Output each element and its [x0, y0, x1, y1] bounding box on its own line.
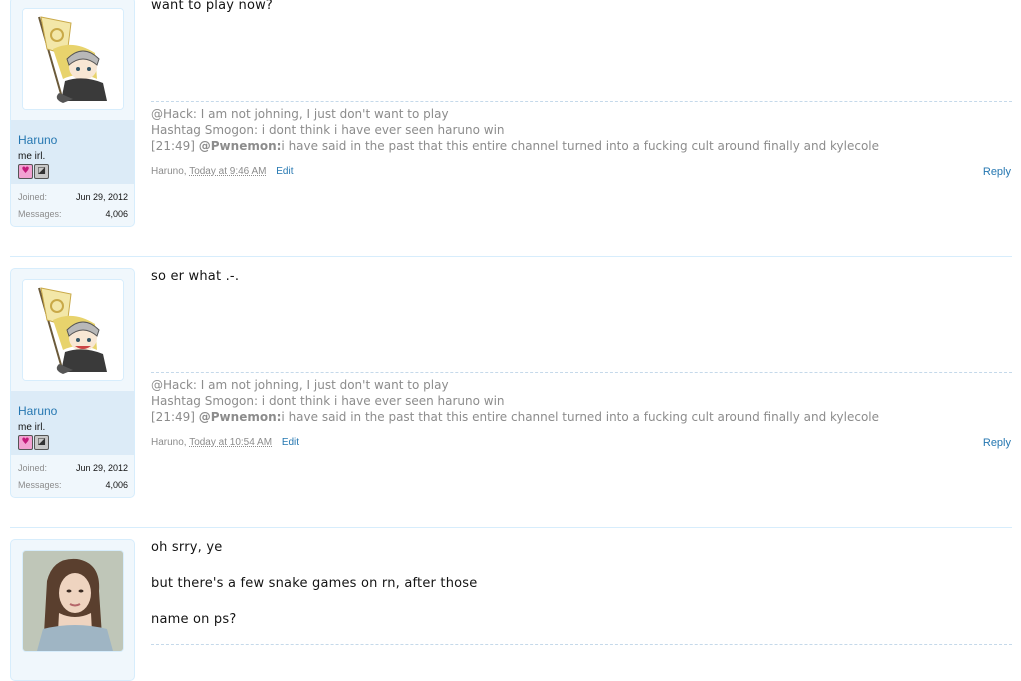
signature-mention: @Pwnemon: — [198, 139, 282, 153]
signature-timestamp: [21:49] — [151, 139, 199, 153]
message-line: but there's a few snake games on rn, aft… — [151, 576, 478, 591]
joined-label: Joined: — [18, 192, 48, 202]
post-separator — [10, 527, 1012, 528]
signature-line: [21:49] @Pwnemon:i have said in the past… — [151, 138, 879, 154]
reply-button[interactable]: Reply — [983, 166, 1011, 178]
avatar-image — [23, 9, 123, 109]
user-stats: Joined: Jun 29, 2012 Messages: 4,006 — [11, 186, 134, 226]
signature-line: Hashtag Smogon: i dont think i have ever… — [151, 394, 505, 408]
message-line: oh srry, ye — [151, 540, 223, 555]
message-text: want to play now? — [151, 0, 274, 13]
avatar[interactable] — [22, 279, 124, 381]
user-stats: Joined: Jun 29, 2012 Messages: 4,006 — [11, 457, 134, 497]
messages-value: 4,006 — [105, 209, 128, 219]
heart-badge-icon: ♥ — [18, 435, 33, 450]
user-title: me irl. — [18, 422, 46, 433]
user-details: Haruno me irl. ♥ ◪ — [11, 120, 134, 184]
joined-row: Joined: Jun 29, 2012 — [18, 192, 128, 206]
user-badges: ♥ ◪ — [18, 164, 50, 179]
avatar-image — [23, 280, 123, 380]
messages-row: Messages: 4,006 — [18, 209, 128, 223]
signature-line: @Hack: I am not johning, I just don't wa… — [151, 378, 449, 392]
signature-divider — [151, 372, 1012, 373]
message-text: so er what .-. — [151, 269, 240, 284]
user-title: me irl. — [18, 151, 46, 162]
avatar[interactable] — [22, 550, 124, 652]
heart-badge-icon: ♥ — [18, 164, 33, 179]
signature-timestamp: [21:49] — [151, 410, 199, 424]
pokemon-badge-icon: ◪ — [34, 435, 49, 450]
joined-value: Jun 29, 2012 — [75, 192, 128, 202]
message-user-info: Haruno me irl. ♥ ◪ Joined: Jun 29, 2012 M… — [10, 268, 135, 498]
messages-label: Messages: — [18, 480, 62, 490]
pokemon-badge-icon: ◪ — [34, 164, 49, 179]
signature-divider — [151, 644, 1012, 645]
signature: @Hack: I am not johning, I just don't wa… — [151, 377, 879, 425]
messages-value: 4,006 — [105, 480, 128, 490]
message-text: oh srry, ye but there's a few snake game… — [151, 539, 477, 629]
signature-mention: @Pwnemon: — [198, 410, 282, 424]
signature-line: [21:49] @Pwnemon:i have said in the past… — [151, 409, 879, 425]
message-meta: Haruno, Today at 9:46 AM Edit — [151, 166, 293, 177]
signature: @Hack: I am not johning, I just don't wa… — [151, 106, 879, 154]
post-separator — [10, 256, 1012, 257]
message-meta: Haruno, Today at 10:54 AM Edit — [151, 437, 299, 448]
joined-label: Joined: — [18, 463, 48, 473]
edit-button[interactable]: Edit — [276, 166, 293, 177]
signature-line: Hashtag Smogon: i dont think i have ever… — [151, 123, 505, 137]
signature-line: @Hack: I am not johning, I just don't wa… — [151, 107, 449, 121]
messages-label: Messages: — [18, 209, 62, 219]
post-time-link[interactable]: Today at 10:54 AM — [189, 437, 272, 448]
messages-row: Messages: 4,006 — [18, 480, 128, 494]
author-link[interactable]: Haruno, — [151, 166, 187, 177]
avatar-image — [23, 551, 123, 651]
post-time-link[interactable]: Today at 9:46 AM — [189, 166, 266, 177]
avatar[interactable] — [22, 8, 124, 110]
user-badges: ♥ ◪ — [18, 435, 50, 450]
user-details: Haruno me irl. ♥ ◪ — [11, 391, 134, 455]
author-link[interactable]: Haruno, — [151, 437, 187, 448]
username-link[interactable]: Haruno — [18, 133, 57, 147]
edit-button[interactable]: Edit — [282, 437, 299, 448]
signature-divider — [151, 101, 1012, 102]
signature-text: i have said in the past that this entire… — [281, 410, 880, 424]
signature-text: i have said in the past that this entire… — [281, 139, 880, 153]
reply-button[interactable]: Reply — [983, 437, 1011, 449]
message-user-info — [10, 539, 135, 681]
joined-value: Jun 29, 2012 — [75, 463, 128, 473]
username-link[interactable]: Haruno — [18, 404, 57, 418]
message-user-info: Haruno me irl. ♥ ◪ Joined: Jun 29, 2012 M… — [10, 0, 135, 227]
joined-row: Joined: Jun 29, 2012 — [18, 463, 128, 477]
message-line: name on ps? — [151, 612, 237, 627]
